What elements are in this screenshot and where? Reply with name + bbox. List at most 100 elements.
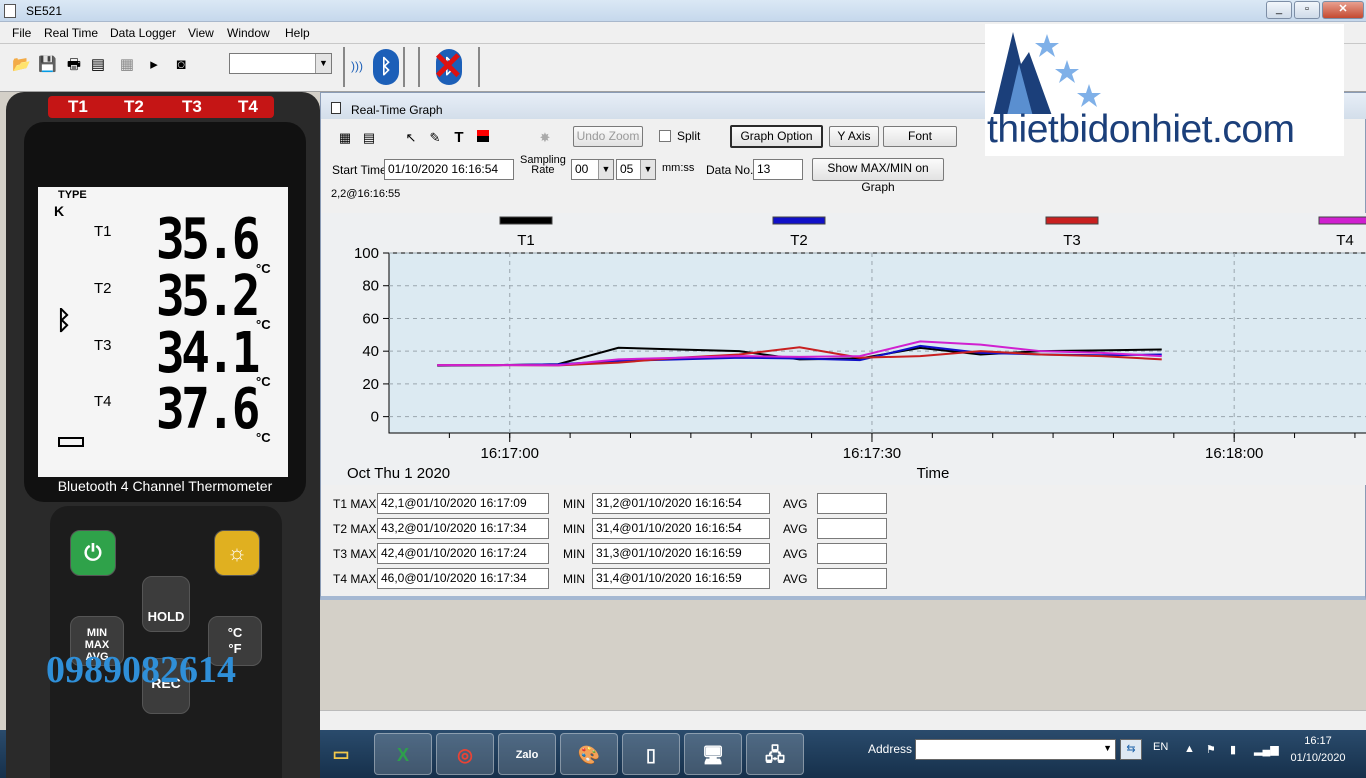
address-label: Address	[868, 742, 913, 756]
pen-icon[interactable]: ✎	[425, 129, 445, 147]
t4-avg-field[interactable]	[817, 568, 887, 589]
power-tray-icon[interactable]: ▮	[1230, 743, 1236, 756]
channel-label-strip: T1 T2 T3 T4	[48, 96, 274, 118]
t1-min-field[interactable]: 31,2@01/10/2020 16:16:54	[592, 493, 770, 514]
menu-data-logger[interactable]: Data Logger	[110, 26, 176, 40]
language-indicator[interactable]: EN	[1153, 741, 1168, 753]
t2-max-field[interactable]: 43,2@01/10/2020 16:17:34	[377, 518, 549, 539]
address-input[interactable]: ▼	[915, 739, 1116, 760]
device-app-icon[interactable]: ▯	[622, 733, 680, 775]
graph-option-button[interactable]: Graph Option	[730, 125, 823, 148]
t1-avg-field[interactable]	[817, 493, 887, 514]
save-icon[interactable]: 💾	[38, 56, 57, 74]
excel-icon[interactable]: X	[374, 733, 432, 775]
sampling-unit-label: mm:ss	[662, 162, 695, 174]
chevron-down-icon[interactable]: ▼	[640, 160, 655, 179]
stop-icon[interactable]: ◙	[172, 56, 190, 74]
font-button[interactable]: Font	[883, 126, 957, 147]
file-explorer-icon[interactable]: ▭	[312, 733, 370, 775]
zalo-icon[interactable]: Zalo	[498, 733, 556, 775]
tray-arrow-icon[interactable]: ▲	[1184, 743, 1195, 755]
t3-max-label: T3 MAX	[333, 547, 377, 561]
network-icon[interactable]: 🖧	[746, 733, 804, 775]
lcd-value-t2: 35.2	[156, 264, 260, 329]
pointer-icon[interactable]: ↖	[401, 129, 421, 147]
t4-min-field[interactable]: 31,4@01/10/2020 16:16:59	[592, 568, 770, 589]
lcd-value-t1: 35.6	[156, 207, 260, 272]
t3-avg-label: AVG	[783, 547, 808, 561]
bluetooth-connect-button[interactable]: ))) ᛒ	[343, 47, 405, 87]
legend-label-t2: T2	[790, 232, 808, 249]
graph-window-icon	[331, 102, 341, 114]
line-chart[interactable]: 0 20 40 60 80 100 16:17:00 16:17:30 16:18:00 Oct …	[321, 213, 1366, 485]
x-tick-label: 16:18:00	[1205, 445, 1263, 462]
chevron-down-icon[interactable]: ▼	[315, 54, 331, 73]
device-lcd: TYPE K T1 35.6 °C T2 35.2 °C T3 34.1 °C …	[38, 187, 288, 477]
chart-area[interactable]: 0 20 40 60 80 100 16:17:00 16:17:30 16:18:00 Oct …	[321, 213, 1366, 485]
menu-window[interactable]: Window	[227, 26, 270, 40]
t3-max-field[interactable]: 42,4@01/10/2020 16:17:24	[377, 543, 549, 564]
title-bar: SE521 _ ▫ ✕	[0, 0, 1366, 22]
table-icon[interactable]: ▦	[335, 129, 355, 147]
bluetooth-disconnect-button[interactable]: ᛒ ✕	[418, 47, 480, 87]
hold-key: HOLD	[142, 576, 190, 632]
menu-help[interactable]: Help	[285, 26, 310, 40]
legend-swatch-t1	[499, 216, 553, 225]
list-icon[interactable]: ▤	[359, 129, 379, 147]
device-label-t4: T4	[238, 97, 258, 116]
control-panel-icon[interactable]: 🖥	[684, 733, 742, 775]
toolbar-combo[interactable]: ▼	[229, 53, 332, 74]
undo-zoom-button[interactable]: Undo Zoom	[573, 126, 643, 147]
t1-max-label: T1 MAX	[333, 497, 377, 511]
power-icon: ⏻	[84, 540, 102, 565]
sampling-seconds-select[interactable]: 05 ▼	[616, 159, 656, 180]
t4-max-field[interactable]: 46,0@01/10/2020 16:17:34	[377, 568, 549, 589]
graph-window-title: Real-Time Graph	[351, 103, 443, 117]
color-icon[interactable]	[473, 129, 493, 147]
maximize-button[interactable]: ▫	[1294, 1, 1320, 19]
show-maxmin-button[interactable]: Show MAX/MIN on Graph	[812, 158, 944, 194]
go-button[interactable]: ⇆	[1120, 739, 1142, 760]
y-tick-label: 40	[362, 343, 379, 360]
flag-icon[interactable]: ⚑	[1206, 743, 1216, 756]
text-icon[interactable]: T	[449, 129, 469, 147]
legend-swatch-t2	[772, 216, 826, 225]
split-checkbox[interactable]	[659, 130, 671, 142]
t2-avg-field[interactable]	[817, 518, 887, 539]
clock-date[interactable]: 01/10/2020	[1286, 752, 1350, 764]
chrome-icon[interactable]: ◎	[436, 733, 494, 775]
clock-time[interactable]: 16:17	[1286, 735, 1350, 747]
t3-min-field[interactable]: 31,3@01/10/2020 16:16:59	[592, 543, 770, 564]
legend-swatch-t3	[1045, 216, 1099, 225]
t3-avg-field[interactable]	[817, 543, 887, 564]
signal-tray-icon[interactable]: ▂▄▆	[1254, 743, 1279, 756]
chevron-down-icon[interactable]: ▼	[598, 160, 613, 179]
print-preview-icon[interactable]: ▤	[89, 56, 107, 74]
close-button[interactable]: ✕	[1322, 1, 1364, 19]
y-tick-label: 20	[362, 376, 379, 393]
minimize-button[interactable]: _	[1266, 1, 1292, 19]
backlight-key: ☼	[214, 530, 260, 576]
watermark-logo: thietbidonhiet.com	[985, 24, 1344, 156]
legend-label-t3: T3	[1063, 232, 1081, 249]
y-tick-label: 60	[362, 310, 379, 327]
lcd-value-t4: 37.6	[156, 377, 260, 442]
sampling-minutes-select[interactable]: 00 ▼	[571, 159, 614, 180]
start-time-field[interactable]: 01/10/2020 16:16:54	[384, 159, 514, 180]
grid-icon[interactable]: ▦	[118, 56, 136, 74]
t1-max-field[interactable]: 42,1@01/10/2020 16:17:09	[377, 493, 549, 514]
menu-real-time[interactable]: Real Time	[44, 26, 98, 40]
x-date-label: Oct Thu 1 2020	[347, 465, 450, 482]
play-icon[interactable]: ▸	[145, 56, 163, 74]
menu-file[interactable]: File	[12, 26, 31, 40]
zoom-icon[interactable]: ✸	[535, 129, 555, 147]
lcd-bluetooth-icon: ᛒ	[56, 305, 72, 335]
t2-min-field[interactable]: 31,4@01/10/2020 16:16:54	[592, 518, 770, 539]
menu-view[interactable]: View	[188, 26, 214, 40]
open-folder-icon[interactable]: 📂	[12, 56, 31, 74]
chevron-down-icon[interactable]: ▼	[1103, 743, 1112, 753]
paint-icon[interactable]: 🎨	[560, 733, 618, 775]
print-icon[interactable]: 🖶	[65, 56, 83, 74]
data-no-field[interactable]: 13	[753, 159, 803, 180]
y-axis-button[interactable]: Y Axis	[829, 126, 879, 147]
